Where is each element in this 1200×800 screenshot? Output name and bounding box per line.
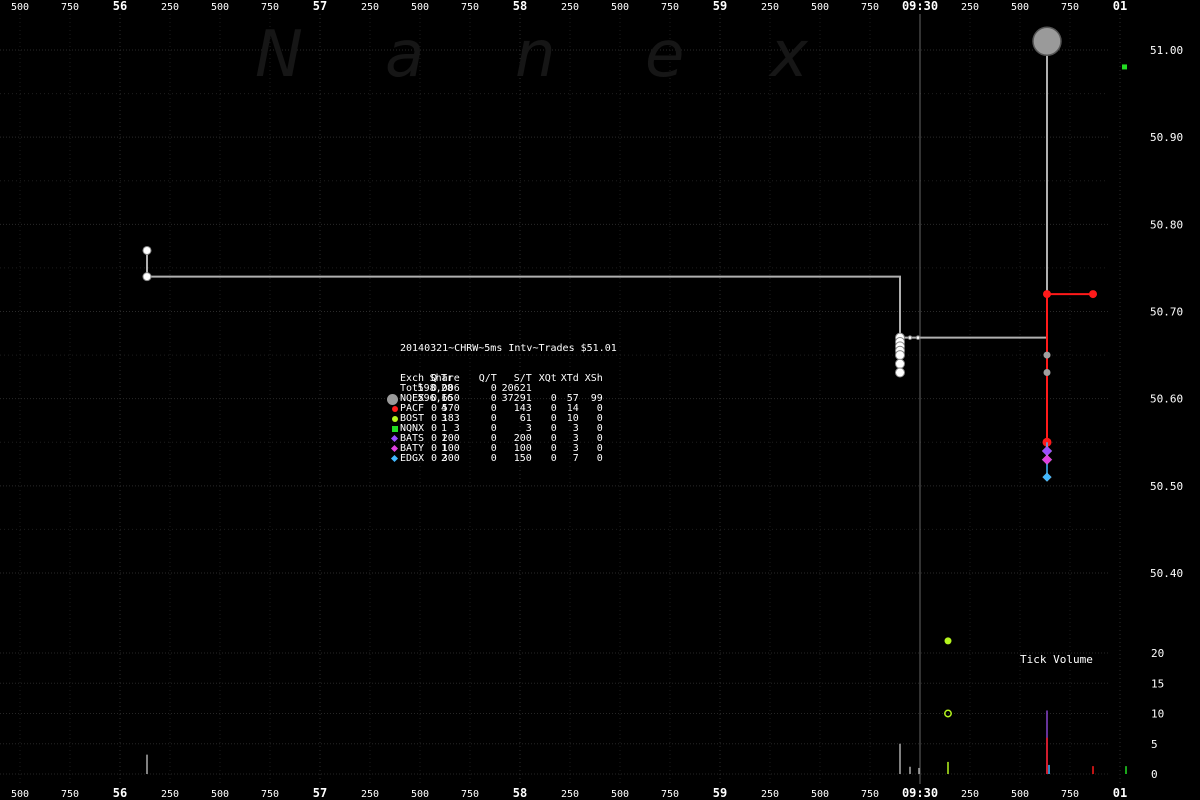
- nqex-trade-point: [895, 350, 905, 361]
- volume-tick-label: 5: [1151, 738, 1158, 751]
- legend-cell-share: 300: [441, 453, 460, 464]
- time-tick-label-top: 750: [461, 2, 479, 13]
- nqex-trade-point: [915, 335, 921, 340]
- legend-marker: [392, 426, 398, 432]
- legend-cell-exch: EDGX: [400, 453, 425, 464]
- time-tick-label-bottom: 250: [361, 789, 379, 800]
- nqex-trade-point: [1043, 369, 1051, 377]
- bost-volume-point: [944, 637, 952, 645]
- baty-trade-point: [1041, 454, 1053, 466]
- time-tick-label-top: 57: [313, 0, 327, 13]
- time-tick-label-bottom: 750: [1061, 789, 1079, 800]
- pacf-trade-point: [1043, 290, 1051, 299]
- volume-tick-label: 10: [1151, 708, 1164, 721]
- time-tick-label-top: 500: [411, 2, 429, 13]
- time-tick-label-bottom: 750: [861, 789, 879, 800]
- legend-row-edgx: EDGX 0 2 300 0 150 0 7 0: [390, 453, 617, 464]
- time-tick-label-top: 500: [1011, 2, 1029, 13]
- time-tick-label-bottom: 59: [713, 786, 727, 800]
- legend-cell-xqt: 0: [550, 453, 557, 464]
- edgx-trade-point: [1042, 472, 1052, 482]
- time-tick-label-top: 56: [113, 0, 127, 13]
- time-tick-label-bottom: 500: [811, 789, 829, 800]
- volume-tick-label: 0: [1151, 768, 1158, 781]
- time-tick-label-bottom: 750: [461, 789, 479, 800]
- time-tick-label-bottom: 56: [113, 786, 127, 800]
- time-tick-label-top: 01: [1113, 0, 1127, 13]
- volume-tick-label: 15: [1151, 677, 1164, 690]
- nqex-large-trade-point: [1032, 26, 1062, 57]
- time-tick-label-top: 500: [211, 2, 229, 13]
- time-tick-label-top: 250: [161, 2, 179, 13]
- nqex-trade-point: [895, 358, 905, 369]
- time-tick-label-top: 250: [761, 2, 779, 13]
- time-tick-label-top: 250: [961, 2, 979, 13]
- nqex-trade-point: [142, 245, 152, 255]
- price-tick-label: 51.00: [1150, 44, 1183, 57]
- time-tick-label-bottom: 09:30: [902, 786, 938, 800]
- volume-tick-label: 20: [1151, 647, 1164, 660]
- time-tick-label-top: 59: [713, 0, 727, 13]
- time-tick-label-top: 750: [661, 2, 679, 13]
- legend-cell-qt: 0: [490, 453, 497, 464]
- chart-title: 20140321~CHRW~5ms Intv~Trades $51.01: [400, 343, 617, 354]
- time-tick-label-top: 250: [361, 2, 379, 13]
- price-tick-label: 50.50: [1150, 480, 1183, 493]
- time-tick-label-top: 58: [513, 0, 527, 13]
- time-tick-label-bottom: 58: [513, 786, 527, 800]
- nqex-trade-point: [907, 335, 913, 340]
- time-tick-label-bottom: 750: [661, 789, 679, 800]
- time-tick-label-bottom: 500: [411, 789, 429, 800]
- price-tick-label: 50.80: [1150, 218, 1183, 231]
- pacf-trade-point: [1089, 290, 1097, 299]
- time-tick-label-bottom: 57: [313, 786, 327, 800]
- legend-cell-xtd: XTd: [560, 373, 579, 384]
- time-tick-label-bottom: 250: [961, 789, 979, 800]
- time-tick-label-bottom: 250: [761, 789, 779, 800]
- time-tick-label-top: 500: [611, 2, 629, 13]
- legend-marker: [392, 416, 398, 422]
- time-tick-label-bottom: 250: [561, 789, 579, 800]
- legend-cell-xsh: 0: [596, 453, 603, 464]
- time-tick-label-top: 750: [1061, 2, 1079, 13]
- time-tick-label-bottom: 500: [211, 789, 229, 800]
- tick-volume-label: Tick Volume: [1020, 653, 1093, 666]
- time-tick-label-bottom: 500: [1011, 789, 1029, 800]
- price-tick-label: 50.40: [1150, 567, 1183, 580]
- time-tick-label-bottom: 01: [1113, 786, 1127, 800]
- time-tick-label-bottom: 750: [61, 789, 79, 800]
- exchange-legend: 20140321~CHRW~5ms Intv~Trades $51.01 Exc…: [387, 324, 617, 474]
- legend-cell-xqt: XQt: [538, 373, 557, 384]
- legend-cell-q: 0: [431, 453, 438, 464]
- nqex-trade-point: [1043, 351, 1051, 359]
- pacf-price-line: [1046, 293, 1093, 443]
- time-tick-label-top: 250: [561, 2, 579, 13]
- price-tick-label: 50.70: [1150, 306, 1183, 319]
- time-tick-label-top: 750: [261, 2, 279, 13]
- legend-cell-xtd: 7: [572, 453, 579, 464]
- time-tick-label-bottom: 250: [161, 789, 179, 800]
- time-tick-label-top: 750: [61, 2, 79, 13]
- time-tick-label-bottom: 500: [611, 789, 629, 800]
- legend-marker: [387, 394, 398, 405]
- time-tick-label-top: 750: [861, 2, 879, 13]
- time-tick-label-bottom: 750: [261, 789, 279, 800]
- nqex-trade-point: [142, 272, 152, 282]
- time-tick-label-top: 500: [811, 2, 829, 13]
- time-tick-label-bottom: 500: [11, 789, 29, 800]
- legend-cell-xsh: XSh: [584, 373, 603, 384]
- nqnx-trade-point: [1122, 64, 1127, 70]
- legend-marker: [392, 406, 398, 412]
- nqex-trade-point: [895, 367, 905, 378]
- time-tick-label-top: 500: [11, 2, 29, 13]
- time-tick-label-top: 09:30: [902, 0, 938, 13]
- price-tick-label: 50.60: [1150, 393, 1183, 406]
- price-tick-label: 50.90: [1150, 131, 1183, 144]
- legend-cell-st: 150: [513, 453, 532, 464]
- nqex-price-line: [146, 41, 1048, 339]
